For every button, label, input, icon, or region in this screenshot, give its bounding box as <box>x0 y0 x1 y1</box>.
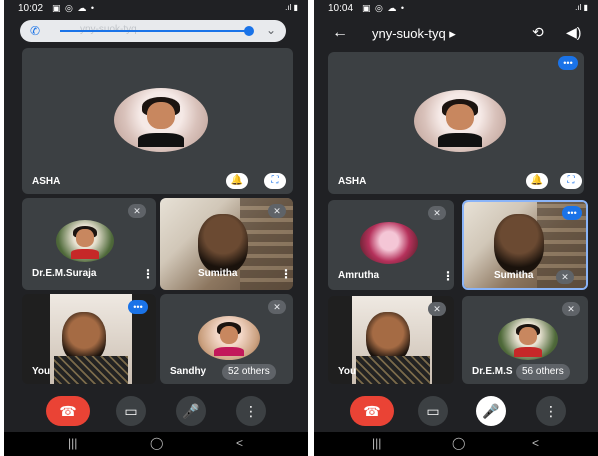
participant-avatar <box>114 88 208 152</box>
self-clothing <box>54 356 128 384</box>
back-nav-button[interactable]: < <box>532 436 539 450</box>
mic-off-icon: ✕ <box>268 204 286 218</box>
participant-tile[interactable]: ✕ Sumitha ⋮ <box>160 198 293 290</box>
self-view-tile[interactable]: ✕ You <box>328 296 454 384</box>
home-nav-button[interactable]: ◯ <box>150 436 163 450</box>
mic-off-icon: ✕ <box>268 300 286 314</box>
participant-tile[interactable]: ✕ Dr.E.M.Suraja ⋮ <box>22 198 156 290</box>
mic-toggle-button[interactable]: 🎤 <box>176 396 206 426</box>
status-time: 10:02 <box>18 3 44 14</box>
call-notification-bar[interactable]: ✆ yny-suok-tyq ⌄ <box>20 20 286 42</box>
participant-name: You <box>32 366 51 377</box>
more-options-icon[interactable]: ⋮ <box>442 269 454 283</box>
others-count-badge[interactable]: 56 others <box>516 364 570 380</box>
system-navigation-bar: ||| ◯ < <box>4 432 308 456</box>
call-controls: ☎ ▭ 🎤 ⋮ <box>4 396 308 428</box>
main-participant-tile[interactable]: ••• ASHA 🔔 ⛶ <box>328 52 584 194</box>
more-options-button[interactable]: ⋮ <box>236 396 266 426</box>
speaker-icon[interactable]: ◀) <box>566 24 581 41</box>
participant-tile[interactable]: ✕ Sandhy 52 others <box>160 294 293 384</box>
participant-avatar <box>414 90 506 152</box>
main-participant-tile[interactable]: ASHA 🔔 ⛶ <box>22 48 293 194</box>
participant-name: Dr.E.M.Suraja <box>32 268 97 279</box>
mic-off-icon: ✕ <box>428 302 446 316</box>
fullscreen-icon[interactable]: ⛶ <box>560 173 582 189</box>
participant-name: Sandhy <box>170 366 207 377</box>
phone-screen-right: 10:04 ▣ ◎ ☁ • .ıl ▮ ← yny-suok-tyq ▸ ⟲ ◀… <box>314 0 598 456</box>
more-options-icon[interactable]: ⋮ <box>142 267 154 281</box>
speaking-indicator-icon: ••• <box>562 206 582 220</box>
participant-avatar <box>56 220 114 262</box>
participant-avatar <box>498 318 558 360</box>
phone-screen-left: 10:02 ▣ ◎ ☁ • .ıl ▮ ✆ yny-suok-tyq ⌄ ASH… <box>4 0 308 456</box>
participant-face <box>494 214 544 274</box>
mic-off-toggle-button[interactable]: 🎤 <box>476 396 506 426</box>
participant-tile[interactable]: ✕ Dr.E.M.S 56 others <box>462 296 588 384</box>
participant-name: Dr.E.M.S <box>472 366 513 377</box>
speaking-indicator-icon: ••• <box>128 300 148 314</box>
participant-name: You <box>338 366 357 377</box>
pin-icon[interactable]: 🔔 <box>526 173 548 189</box>
camera-toggle-button[interactable]: ▭ <box>116 396 146 426</box>
notification-icons: ▣ ◎ ☁ • <box>362 3 406 13</box>
status-bar: 10:04 ▣ ◎ ☁ • .ıl ▮ <box>314 0 598 18</box>
participant-name: Sumitha <box>494 270 534 281</box>
chevron-down-icon[interactable]: ⌄ <box>266 23 276 37</box>
recents-nav-button[interactable]: ||| <box>68 436 77 450</box>
participant-tile[interactable]: ✕ Amrutha ⋮ <box>328 200 454 290</box>
meeting-top-bar: ← yny-suok-tyq ▸ ⟲ ◀) <box>314 20 598 48</box>
back-nav-button[interactable]: < <box>236 436 243 450</box>
signal-battery-icons: .ıl ▮ <box>285 3 298 12</box>
phone-icon: ✆ <box>30 24 41 38</box>
fullscreen-icon[interactable]: ⛶ <box>264 173 286 189</box>
pin-icon[interactable]: 🔔 <box>226 173 248 189</box>
participant-avatar <box>198 316 260 360</box>
system-navigation-bar: ||| ◯ < <box>314 432 598 456</box>
participant-name: Amrutha <box>338 270 380 281</box>
mic-off-icon: ✕ <box>556 270 574 284</box>
more-options-icon[interactable]: ⋮ <box>280 267 292 281</box>
camera-toggle-button[interactable]: ▭ <box>418 396 448 426</box>
back-arrow-icon[interactable]: ← <box>332 24 348 42</box>
self-clothing <box>356 356 430 384</box>
signal-battery-icons: .ıl ▮ <box>575 3 588 12</box>
mic-off-icon: ✕ <box>128 204 146 218</box>
home-nav-button[interactable]: ◯ <box>452 436 465 450</box>
notification-icons: ▣ ◎ ☁ • <box>52 3 96 13</box>
participant-face <box>198 214 248 274</box>
status-time: 10:04 <box>328 3 354 14</box>
call-progress-line <box>60 30 248 32</box>
main-participant-name: ASHA <box>338 176 367 187</box>
mic-off-icon: ✕ <box>428 206 446 220</box>
participant-name: Sumitha <box>198 268 238 279</box>
status-bar: 10:02 ▣ ◎ ☁ • .ıl ▮ <box>4 0 308 18</box>
call-controls: ☎ ▭ 🎤 ⋮ <box>314 396 598 428</box>
end-call-button[interactable]: ☎ <box>350 396 394 426</box>
participant-tile-active-speaker[interactable]: ••• Sumitha ✕ <box>462 200 588 290</box>
main-participant-name: ASHA <box>32 176 61 187</box>
mic-off-icon: ✕ <box>562 302 580 316</box>
meeting-code-title[interactable]: yny-suok-tyq ▸ <box>372 26 456 42</box>
more-options-button[interactable]: ⋮ <box>536 396 566 426</box>
call-progress-knob[interactable] <box>244 26 254 36</box>
recents-nav-button[interactable]: ||| <box>372 436 381 450</box>
others-count-badge[interactable]: 52 others <box>222 364 276 380</box>
speaking-indicator-icon: ••• <box>558 56 578 70</box>
participant-avatar <box>360 222 418 264</box>
end-call-button[interactable]: ☎ <box>46 396 90 426</box>
self-view-tile[interactable]: ••• You <box>22 294 156 384</box>
switch-camera-icon[interactable]: ⟲ <box>532 24 544 41</box>
